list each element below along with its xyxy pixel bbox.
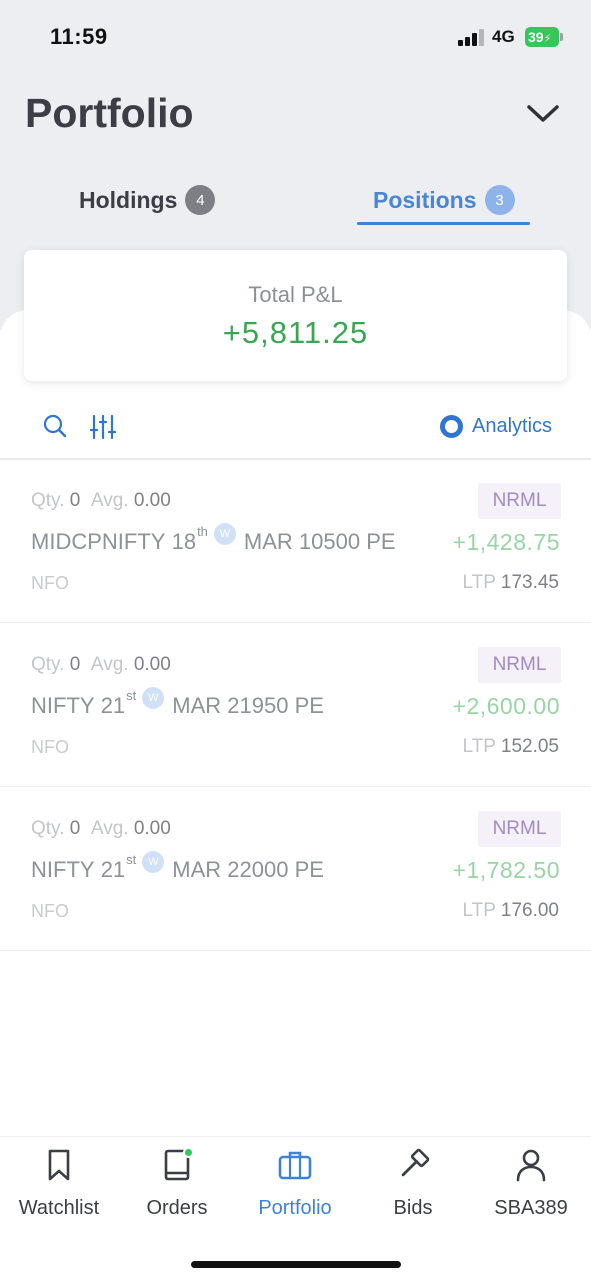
position-symbol: NIFTY 21st W MAR 22000 PE <box>31 851 324 882</box>
total-pnl-label: Total P&L <box>248 282 343 307</box>
bottom-nav: Watchlist Orders Portfolio Bids SBA389 <box>0 1136 591 1280</box>
sliders-icon <box>89 414 117 440</box>
nav-bids-label: Bids <box>393 1197 433 1219</box>
network-type: 4G <box>492 27 515 46</box>
product-type-badge: NRML <box>478 647 561 683</box>
position-row[interactable]: Qty. 0 Avg. 0.00 NRML NIFTY 21st W MAR 220… <box>0 787 591 951</box>
position-pnl: +1,428.75 <box>452 529 560 555</box>
user-icon <box>513 1147 549 1183</box>
position-qty-avg: Qty. 0 Avg. 0.00 <box>31 490 171 511</box>
weekly-expiry-icon: W <box>142 851 165 873</box>
position-ltp: LTP 152.05 <box>462 736 559 757</box>
nav-profile[interactable]: SBA389 <box>472 1147 590 1227</box>
chevron-down-icon <box>527 105 559 122</box>
weekly-expiry-icon: W <box>213 523 236 545</box>
tab-holdings-label: Holdings <box>79 186 178 213</box>
nav-watchlist[interactable]: Watchlist <box>0 1147 118 1227</box>
signal-icon <box>458 28 486 46</box>
nav-watchlist-label: Watchlist <box>18 1197 100 1219</box>
total-pnl-card: Total P&L +5,811.25 <box>24 250 567 381</box>
tab-holdings[interactable]: Holdings 4 <box>79 172 216 228</box>
total-pnl-value: +5,811.25 <box>222 315 369 350</box>
battery-icon: 39⚡ <box>525 27 559 47</box>
tab-positions-label: Positions <box>373 186 477 213</box>
nav-orders-label: Orders <box>146 1197 208 1219</box>
position-ltp: LTP 176.00 <box>462 900 559 921</box>
orders-notification-dot <box>183 1147 194 1158</box>
filter-button[interactable] <box>89 414 117 440</box>
position-exchange: NFO <box>31 737 69 757</box>
page-title: Portfolio <box>25 90 194 136</box>
active-tab-indicator <box>357 222 530 225</box>
briefcase-icon <box>277 1147 313 1183</box>
gavel-icon <box>395 1147 431 1183</box>
product-type-badge: NRML <box>478 483 561 519</box>
analytics-label: Analytics <box>472 414 553 437</box>
position-exchange: NFO <box>31 901 69 921</box>
position-qty-avg: Qty. 0 Avg. 0.00 <box>31 818 171 839</box>
nav-profile-label: SBA389 <box>494 1197 568 1219</box>
tab-holdings-count: 4 <box>185 185 216 215</box>
weekly-expiry-icon: W <box>142 687 165 709</box>
book-icon <box>159 1147 195 1183</box>
position-pnl: +2,600.00 <box>452 693 560 719</box>
nav-portfolio[interactable]: Portfolio <box>236 1147 354 1227</box>
position-row[interactable]: Qty. 0 Avg. 0.00 NRML NIFTY 21st W MAR 219… <box>0 623 591 787</box>
search-icon <box>43 414 67 438</box>
nav-bids[interactable]: Bids <box>354 1147 472 1227</box>
position-pnl: +1,782.50 <box>452 857 560 883</box>
home-indicator <box>191 1261 401 1268</box>
status-time: 11:59 <box>50 24 108 49</box>
search-button[interactable] <box>43 414 67 438</box>
analytics-button[interactable]: Analytics <box>440 412 552 440</box>
position-symbol: NIFTY 21st W MAR 21950 PE <box>31 687 324 718</box>
position-symbol: MIDCPNIFTY 18th W MAR 10500 PE <box>31 523 396 554</box>
battery-level: 39 <box>528 29 544 45</box>
nav-portfolio-label: Portfolio <box>258 1197 332 1219</box>
position-row[interactable]: Qty. 0 Avg. 0.00 NRML MIDCPNIFTY 18th W MA… <box>0 459 591 623</box>
product-type-badge: NRML <box>478 811 561 847</box>
portfolio-dropdown-button[interactable] <box>522 96 564 132</box>
bookmark-icon <box>41 1147 77 1183</box>
tab-positions[interactable]: Positions 3 <box>373 172 515 228</box>
nav-orders[interactable]: Orders <box>118 1147 236 1227</box>
analytics-icon <box>440 414 463 438</box>
position-exchange: NFO <box>31 573 69 593</box>
battery-nub <box>560 33 563 41</box>
position-qty-avg: Qty. 0 Avg. 0.00 <box>31 654 171 675</box>
tab-positions-count: 3 <box>484 185 515 215</box>
position-ltp: LTP 173.45 <box>462 572 559 593</box>
